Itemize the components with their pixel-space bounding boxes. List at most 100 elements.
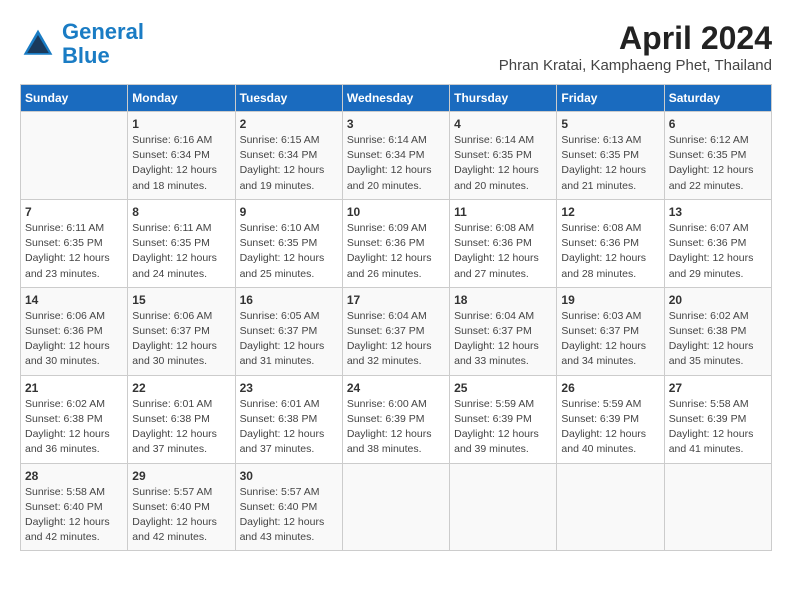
day-number: 12 (561, 205, 659, 219)
day-number: 17 (347, 293, 445, 307)
day-number: 22 (132, 381, 230, 395)
day-number: 24 (347, 381, 445, 395)
day-number: 18 (454, 293, 552, 307)
cell-content: Sunrise: 6:01 AM Sunset: 6:38 PM Dayligh… (240, 397, 338, 458)
cell-content: Sunrise: 6:14 AM Sunset: 6:35 PM Dayligh… (454, 133, 552, 194)
cell-content: Sunrise: 6:04 AM Sunset: 6:37 PM Dayligh… (347, 309, 445, 370)
cell-content: Sunrise: 6:06 AM Sunset: 6:36 PM Dayligh… (25, 309, 123, 370)
cell-content: Sunrise: 6:01 AM Sunset: 6:38 PM Dayligh… (132, 397, 230, 458)
day-number: 6 (669, 117, 767, 131)
day-number: 29 (132, 469, 230, 483)
day-number: 16 (240, 293, 338, 307)
day-header-thursday: Thursday (450, 85, 557, 112)
day-header-wednesday: Wednesday (342, 85, 449, 112)
cell-content: Sunrise: 6:02 AM Sunset: 6:38 PM Dayligh… (669, 309, 767, 370)
cell-content: Sunrise: 6:10 AM Sunset: 6:35 PM Dayligh… (240, 221, 338, 282)
calendar-cell: 18 Sunrise: 6:04 AM Sunset: 6:37 PM Dayli… (450, 287, 557, 375)
calendar-week-row: 28 Sunrise: 5:58 AM Sunset: 6:40 PM Dayli… (21, 463, 772, 551)
cell-content: Sunrise: 6:16 AM Sunset: 6:34 PM Dayligh… (132, 133, 230, 194)
logo: General Blue (20, 20, 144, 68)
calendar-cell: 25 Sunrise: 5:59 AM Sunset: 6:39 PM Dayli… (450, 375, 557, 463)
day-number: 26 (561, 381, 659, 395)
logo-text: General Blue (62, 20, 144, 68)
calendar-cell: 2Sunrise: 6:15 AM Sunset: 6:34 PM Daylig… (235, 112, 342, 200)
cell-content: Sunrise: 6:14 AM Sunset: 6:34 PM Dayligh… (347, 133, 445, 194)
day-number: 5 (561, 117, 659, 131)
day-number: 20 (669, 293, 767, 307)
calendar-cell: 20 Sunrise: 6:02 AM Sunset: 6:38 PM Dayli… (664, 287, 771, 375)
cell-content: Sunrise: 5:58 AM Sunset: 6:39 PM Dayligh… (669, 397, 767, 458)
calendar-cell: 17 Sunrise: 6:04 AM Sunset: 6:37 PM Dayli… (342, 287, 449, 375)
cell-content: Sunrise: 6:11 AM Sunset: 6:35 PM Dayligh… (25, 221, 123, 282)
day-header-friday: Friday (557, 85, 664, 112)
calendar-cell: 23 Sunrise: 6:01 AM Sunset: 6:38 PM Dayli… (235, 375, 342, 463)
calendar-cell: 10 Sunrise: 6:09 AM Sunset: 6:36 PM Dayli… (342, 199, 449, 287)
day-number: 4 (454, 117, 552, 131)
calendar-week-row: 1 Sunrise: 6:16 AM Sunset: 6:34 PM Daylig… (21, 112, 772, 200)
cell-content: Sunrise: 5:57 AM Sunset: 6:40 PM Dayligh… (132, 485, 230, 546)
cell-content: Sunrise: 6:05 AM Sunset: 6:37 PM Dayligh… (240, 309, 338, 370)
calendar-cell: 21 Sunrise: 6:02 AM Sunset: 6:38 PM Dayli… (21, 375, 128, 463)
calendar-cell: 15 Sunrise: 6:06 AM Sunset: 6:37 PM Dayli… (128, 287, 235, 375)
calendar-cell (664, 463, 771, 551)
cell-content: Sunrise: 6:08 AM Sunset: 6:36 PM Dayligh… (561, 221, 659, 282)
cell-content: Sunrise: 6:15 AM Sunset: 6:34 PM Dayligh… (240, 133, 338, 194)
calendar-week-row: 14Sunrise: 6:06 AM Sunset: 6:36 PM Dayli… (21, 287, 772, 375)
calendar-cell: 30Sunrise: 5:57 AM Sunset: 6:40 PM Dayli… (235, 463, 342, 551)
page-subtitle: Phran Kratai, Kamphaeng Phet, Thailand (499, 57, 772, 74)
cell-content: Sunrise: 5:58 AM Sunset: 6:40 PM Dayligh… (25, 485, 123, 546)
calendar-cell: 29 Sunrise: 5:57 AM Sunset: 6:40 PM Dayli… (128, 463, 235, 551)
calendar-cell (450, 463, 557, 551)
calendar-cell (342, 463, 449, 551)
calendar-cell: 28 Sunrise: 5:58 AM Sunset: 6:40 PM Dayli… (21, 463, 128, 551)
calendar-cell (557, 463, 664, 551)
calendar-cell (21, 112, 128, 200)
day-number: 30 (240, 469, 338, 483)
cell-content: Sunrise: 5:59 AM Sunset: 6:39 PM Dayligh… (454, 397, 552, 458)
calendar-cell: 6 Sunrise: 6:12 AM Sunset: 6:35 PM Daylig… (664, 112, 771, 200)
day-number: 7 (25, 205, 123, 219)
cell-content: Sunrise: 6:13 AM Sunset: 6:35 PM Dayligh… (561, 133, 659, 194)
day-number: 10 (347, 205, 445, 219)
day-number: 19 (561, 293, 659, 307)
day-number: 9 (240, 205, 338, 219)
cell-content: Sunrise: 6:02 AM Sunset: 6:38 PM Dayligh… (25, 397, 123, 458)
calendar-cell: 5 Sunrise: 6:13 AM Sunset: 6:35 PM Daylig… (557, 112, 664, 200)
calendar-cell: 24 Sunrise: 6:00 AM Sunset: 6:39 PM Dayli… (342, 375, 449, 463)
calendar-cell: 27 Sunrise: 5:58 AM Sunset: 6:39 PM Dayli… (664, 375, 771, 463)
day-header-monday: Monday (128, 85, 235, 112)
day-header-tuesday: Tuesday (235, 85, 342, 112)
day-number: 13 (669, 205, 767, 219)
day-number: 11 (454, 205, 552, 219)
day-number: 21 (25, 381, 123, 395)
calendar-week-row: 7 Sunrise: 6:11 AM Sunset: 6:35 PM Daylig… (21, 199, 772, 287)
calendar-cell: 16 Sunrise: 6:05 AM Sunset: 6:37 PM Dayli… (235, 287, 342, 375)
day-header-sunday: Sunday (21, 85, 128, 112)
cell-content: Sunrise: 6:08 AM Sunset: 6:36 PM Dayligh… (454, 221, 552, 282)
cell-content: Sunrise: 6:09 AM Sunset: 6:36 PM Dayligh… (347, 221, 445, 282)
day-number: 8 (132, 205, 230, 219)
day-number: 27 (669, 381, 767, 395)
calendar-cell: 9 Sunrise: 6:10 AM Sunset: 6:35 PM Daylig… (235, 199, 342, 287)
cell-content: Sunrise: 6:07 AM Sunset: 6:36 PM Dayligh… (669, 221, 767, 282)
title-block: April 2024 Phran Kratai, Kamphaeng Phet,… (499, 20, 772, 74)
day-number: 25 (454, 381, 552, 395)
day-number: 1 (132, 117, 230, 131)
day-header-saturday: Saturday (664, 85, 771, 112)
logo-icon (20, 26, 56, 62)
day-number: 28 (25, 469, 123, 483)
cell-content: Sunrise: 6:04 AM Sunset: 6:37 PM Dayligh… (454, 309, 552, 370)
calendar-cell: 4 Sunrise: 6:14 AM Sunset: 6:35 PM Daylig… (450, 112, 557, 200)
cell-content: Sunrise: 6:11 AM Sunset: 6:35 PM Dayligh… (132, 221, 230, 282)
calendar-cell: 12 Sunrise: 6:08 AM Sunset: 6:36 PM Dayli… (557, 199, 664, 287)
day-number: 15 (132, 293, 230, 307)
cell-content: Sunrise: 6:00 AM Sunset: 6:39 PM Dayligh… (347, 397, 445, 458)
calendar-cell: 13 Sunrise: 6:07 AM Sunset: 6:36 PM Dayli… (664, 199, 771, 287)
calendar-week-row: 21 Sunrise: 6:02 AM Sunset: 6:38 PM Dayli… (21, 375, 772, 463)
cell-content: Sunrise: 6:12 AM Sunset: 6:35 PM Dayligh… (669, 133, 767, 194)
cell-content: Sunrise: 6:06 AM Sunset: 6:37 PM Dayligh… (132, 309, 230, 370)
calendar-cell: 19 Sunrise: 6:03 AM Sunset: 6:37 PM Dayli… (557, 287, 664, 375)
day-number: 23 (240, 381, 338, 395)
cell-content: Sunrise: 6:03 AM Sunset: 6:37 PM Dayligh… (561, 309, 659, 370)
calendar-cell: 3Sunrise: 6:14 AM Sunset: 6:34 PM Daylig… (342, 112, 449, 200)
